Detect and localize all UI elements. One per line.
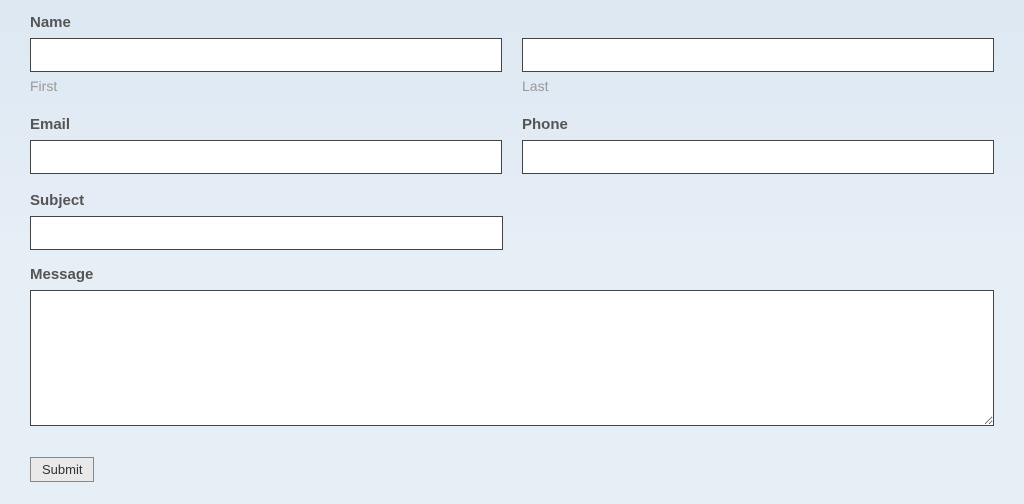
phone-input[interactable]: [522, 140, 994, 174]
email-input[interactable]: [30, 140, 502, 174]
phone-label: Phone: [522, 116, 994, 133]
subject-input[interactable]: [30, 216, 503, 250]
last-name-sublabel: Last: [522, 78, 994, 94]
message-section: Message: [30, 266, 994, 431]
subject-label: Subject: [30, 192, 503, 209]
subject-section: Subject: [30, 190, 994, 250]
first-name-col: First: [30, 38, 502, 94]
message-label: Message: [30, 266, 994, 283]
last-name-input[interactable]: [522, 38, 994, 72]
first-name-sublabel: First: [30, 78, 502, 94]
submit-button[interactable]: Submit: [30, 457, 94, 482]
name-row: First Last: [30, 38, 994, 94]
name-section: Name First Last: [30, 14, 994, 94]
last-name-col: Last: [522, 38, 994, 94]
message-textarea[interactable]: [30, 290, 994, 426]
name-label: Name: [30, 14, 994, 31]
email-phone-section: Email Phone: [30, 114, 994, 174]
subject-col: Subject: [30, 190, 503, 250]
phone-col: Phone: [522, 114, 994, 174]
first-name-input[interactable]: [30, 38, 502, 72]
email-col: Email: [30, 114, 502, 174]
contact-form: Name First Last Email Phone: [30, 14, 994, 482]
email-label: Email: [30, 116, 502, 133]
email-phone-row: Email Phone: [30, 114, 994, 174]
